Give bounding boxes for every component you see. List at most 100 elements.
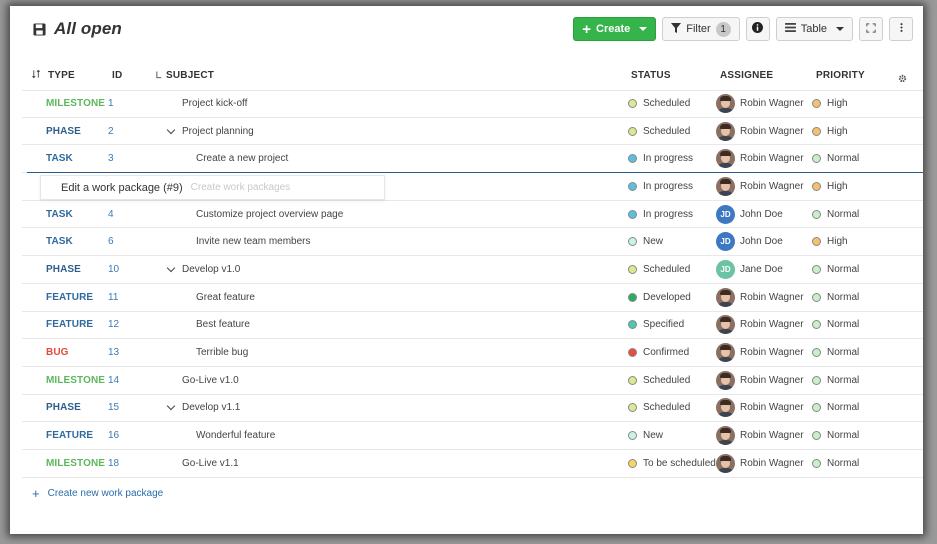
chevron-down-icon[interactable] [166, 263, 176, 273]
table-row[interactable]: BUG 13 Terrible bug Confirmed Robin Wagner No… [22, 339, 923, 367]
status-cell[interactable]: In progress [628, 201, 693, 228]
subject-cell[interactable]: Wonderful feature [168, 422, 275, 449]
assignee-cell[interactable]: Robin Wagner [716, 339, 804, 366]
gear-icon[interactable] [898, 70, 908, 83]
status-cell[interactable]: Scheduled [628, 367, 690, 394]
fullscreen-button[interactable] [859, 17, 883, 41]
table-row[interactable]: MILESTONE 1 Project kick-off Scheduled Robin… [22, 90, 923, 118]
table-row[interactable]: PHASE 2 Project planning Scheduled Robin Wag… [22, 118, 923, 146]
subject-cell[interactable]: Develop v1.0 [166, 256, 240, 283]
assignee-cell[interactable]: Robin Wagner [716, 91, 804, 117]
status-cell[interactable]: Confirmed [628, 339, 689, 366]
assignee-cell[interactable]: Robin Wagner [716, 367, 804, 394]
column-priority[interactable]: PRIORITY [816, 70, 865, 81]
table-row[interactable]: PHASE 10 Develop v1.0 Scheduled JD Jane Doe No… [22, 256, 923, 284]
assignee-cell[interactable]: Robin Wagner [716, 118, 804, 145]
subject-cell[interactable]: Terrible bug [168, 339, 248, 366]
table-row[interactable]: FEATURE 16 Wonderful feature New Robin Wagne… [22, 422, 923, 450]
subject-cell[interactable]: Invite new team members [168, 228, 311, 255]
save-icon[interactable] [33, 22, 46, 36]
table-row[interactable]: PHASE 15 Develop v1.1 Scheduled Robin Wagner… [22, 395, 923, 423]
subject-cell[interactable]: Best feature [168, 312, 250, 339]
sort-icon[interactable] [32, 69, 41, 82]
id-link[interactable]: 13 [108, 339, 119, 366]
assignee-cell[interactable]: Robin Wagner [716, 395, 804, 422]
create-new-work-package-link[interactable]: + Create new work package [32, 486, 163, 501]
id-link[interactable]: 12 [108, 312, 119, 339]
status-cell[interactable]: Scheduled [628, 256, 690, 283]
assignee-cell[interactable]: JD Jane Doe [716, 256, 783, 283]
priority-cell[interactable]: High [812, 173, 848, 200]
priority-cell[interactable]: Normal [812, 422, 859, 449]
assignee-cell[interactable]: Robin Wagner [716, 422, 804, 449]
id-link[interactable]: 6 [108, 228, 114, 255]
id-link[interactable]: 4 [108, 201, 114, 228]
subject-cell[interactable]: Great feature [168, 284, 255, 311]
chevron-down-icon[interactable] [166, 125, 176, 134]
column-status[interactable]: STATUS [631, 70, 671, 81]
status-cell[interactable]: Specified [628, 312, 684, 339]
table-row[interactable]: TASK 4 Customize project overview page In p… [22, 201, 923, 229]
assignee-cell[interactable]: Robin Wagner [716, 173, 804, 200]
status-cell[interactable]: New [628, 228, 663, 255]
assignee-cell[interactable]: Robin Wagner [716, 450, 804, 477]
status-cell[interactable]: New [628, 422, 663, 449]
view-mode-button[interactable]: Table [775, 17, 853, 41]
id-link[interactable]: 11 [108, 284, 118, 311]
more-button[interactable] [889, 17, 913, 41]
priority-cell[interactable]: Normal [812, 256, 859, 283]
id-link[interactable]: 15 [108, 395, 119, 422]
priority-cell[interactable]: Normal [812, 201, 859, 228]
priority-cell[interactable]: High [812, 118, 848, 145]
subject-cell[interactable]: Go-Live v1.0 [168, 367, 239, 394]
subject-cell[interactable]: Project planning [166, 118, 254, 145]
table-row[interactable]: FEATURE 12 Best feature Specified Robin Wagn… [22, 312, 923, 340]
hierarchy-icon[interactable] [156, 70, 163, 83]
priority-cell[interactable]: Normal [812, 395, 859, 422]
chevron-down-icon[interactable] [166, 402, 176, 411]
status-cell[interactable]: In progress [628, 145, 693, 172]
status-cell[interactable]: In progress [628, 173, 693, 200]
table-row[interactable]: MILESTONE 14 Go-Live v1.0 Scheduled Robin Wa… [22, 367, 923, 395]
assignee-cell[interactable]: JD John Doe [716, 201, 783, 228]
table-row[interactable]: MILESTONE 18 Go-Live v1.1 To be scheduled Ro… [22, 450, 923, 478]
priority-cell[interactable]: High [812, 228, 848, 255]
id-link[interactable]: 18 [108, 450, 119, 477]
priority-cell[interactable]: High [812, 91, 848, 117]
column-id[interactable]: ID [112, 70, 122, 81]
id-link[interactable]: 1 [108, 91, 114, 117]
id-link[interactable]: 14 [108, 367, 119, 394]
priority-cell[interactable]: Normal [812, 367, 859, 394]
subject-cell[interactable]: Go-Live v1.1 [168, 450, 239, 477]
subject-cell[interactable]: Create a new project [168, 145, 288, 172]
id-link[interactable]: 3 [108, 145, 114, 172]
assignee-cell[interactable]: Robin Wagner [716, 312, 804, 339]
id-link[interactable]: 2 [108, 118, 114, 145]
table-row[interactable]: TASK 6 Invite new team members New JD John Do… [22, 228, 923, 257]
subject-cell[interactable]: Develop v1.1 [166, 395, 240, 422]
priority-cell[interactable]: Normal [812, 312, 859, 339]
details-button[interactable] [745, 17, 770, 41]
assignee-cell[interactable]: Robin Wagner [716, 284, 804, 311]
priority-cell[interactable]: Normal [812, 145, 859, 172]
filter-button[interactable]: Filter 1 [662, 17, 740, 41]
priority-cell[interactable]: Normal [812, 339, 859, 366]
status-cell[interactable]: Scheduled [628, 395, 690, 422]
create-button[interactable]: + Create [573, 17, 657, 41]
assignee-cell[interactable]: JD John Doe [716, 228, 783, 255]
assignee-cell[interactable]: Robin Wagner [716, 145, 804, 172]
status-cell[interactable]: To be scheduled [628, 450, 716, 477]
status-cell[interactable]: Developed [628, 284, 691, 311]
subject-cell[interactable]: Project kick-off [168, 91, 247, 117]
id-link[interactable]: 10 [108, 256, 119, 283]
id-link[interactable]: 16 [108, 422, 119, 449]
column-type[interactable]: TYPE [48, 70, 75, 81]
table-row[interactable]: FEATURE 11 Great feature Developed Robin Wag… [22, 284, 923, 312]
priority-cell[interactable]: Normal [812, 284, 859, 311]
status-cell[interactable]: Scheduled [628, 91, 690, 117]
column-assignee[interactable]: ASSIGNEE [720, 70, 773, 81]
priority-cell[interactable]: Normal [812, 450, 859, 477]
column-subject[interactable]: SUBJECT [166, 70, 214, 81]
table-row[interactable]: TASK 3 Create a new project In progress Robi… [22, 145, 923, 174]
status-cell[interactable]: Scheduled [628, 118, 690, 145]
